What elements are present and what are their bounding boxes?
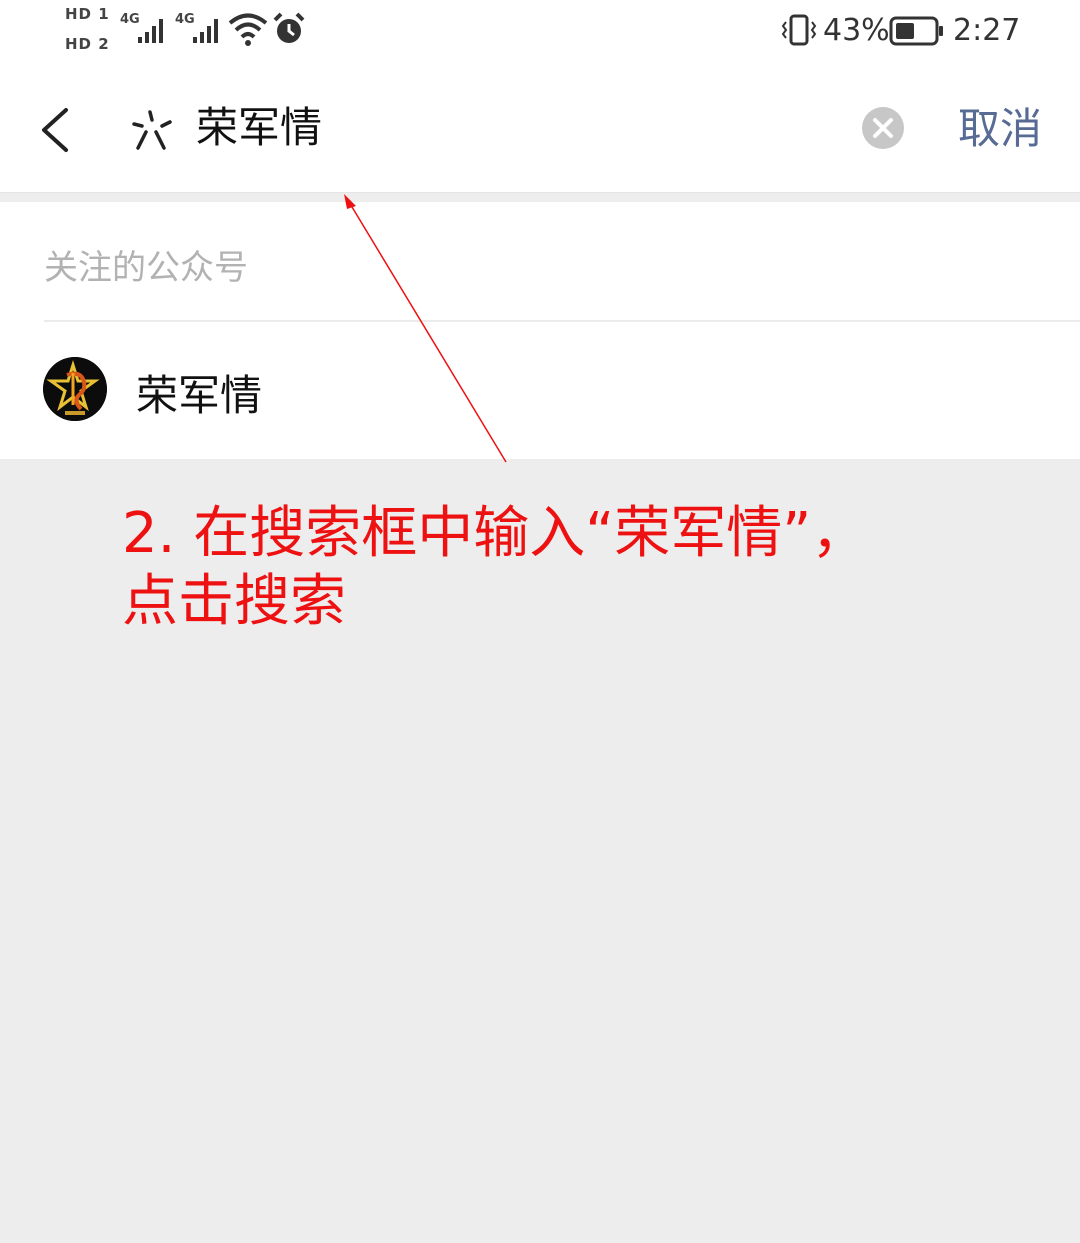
alarm-icon <box>273 12 305 43</box>
sim1-network-label: 4G <box>120 12 140 27</box>
wifi-icon <box>228 13 268 46</box>
search-bar: 荣军情 取消 <box>0 64 1080 193</box>
sim1-badge: HD 1 <box>65 5 110 23</box>
sim-badges: HD 1 HD 2 <box>65 6 110 66</box>
search-prefix-icon <box>132 110 172 150</box>
status-bar: HD 1 HD 2 4G 4G 43% 2:27 <box>0 0 1080 64</box>
sim2-badge: HD 2 <box>65 35 110 53</box>
account-name: 荣军情 <box>136 371 263 420</box>
annotation-text: 2. 在搜索框中输入“荣军情”， 点击搜索 <box>122 500 1022 636</box>
clear-icon[interactable] <box>861 106 905 150</box>
vibrate-icon <box>781 14 817 46</box>
battery-icon <box>889 16 943 46</box>
annotation-line-2: 点击搜索 <box>122 569 346 634</box>
sim2-network-label: 4G <box>175 12 195 27</box>
annotation-line-1: 2. 在搜索框中输入“荣军情”， <box>122 501 868 566</box>
back-arrow-icon[interactable] <box>38 106 72 154</box>
search-results: 关注的公众号 荣军情 <box>0 202 1080 459</box>
list-item[interactable]: 荣军情 <box>0 322 1080 459</box>
clock: 2:27 <box>953 13 1021 48</box>
search-query-text: 荣军情 <box>196 103 323 152</box>
section-header-followed-accounts: 关注的公众号 <box>44 248 248 288</box>
account-avatar <box>43 357 107 421</box>
cancel-button[interactable]: 取消 <box>958 104 1042 154</box>
battery-percent: 43% <box>823 13 890 48</box>
